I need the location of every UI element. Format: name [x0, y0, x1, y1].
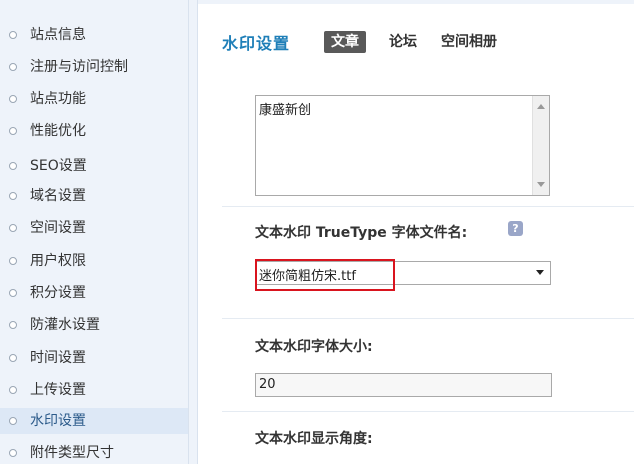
sidebar-item-label: 附件类型尺寸 [30, 445, 114, 461]
sidebar-item-registration-access[interactable]: 注册与访问控制 [0, 54, 188, 80]
font-size-value: 20 [259, 377, 276, 392]
row-divider [222, 318, 634, 319]
font-size-label: 文本水印字体大小: [255, 339, 373, 355]
sidebar-item-label: 水印设置 [30, 413, 86, 429]
bullet-icon [9, 321, 17, 329]
bullet-icon [9, 449, 17, 457]
sidebar-item-performance[interactable]: 性能优化 [0, 118, 188, 144]
bullet-icon [9, 386, 17, 394]
sidebar-item-label: 性能优化 [30, 123, 86, 139]
sidebar-item-anti-spam[interactable]: 防灌水设置 [0, 312, 188, 338]
sidebar-item-domain[interactable]: 域名设置 [0, 183, 188, 209]
bullet-icon [9, 354, 17, 362]
font-file-label: 文本水印 TrueType 字体文件名: [255, 225, 468, 241]
row-divider [222, 411, 634, 412]
bullet-icon [9, 63, 17, 71]
bullet-icon [9, 192, 17, 200]
font-file-selected: 迷你简粗仿宋.ttf [259, 269, 356, 284]
bullet-icon [9, 257, 17, 265]
sidebar-item-space[interactable]: 空间设置 [0, 215, 188, 241]
scroll-down-icon[interactable] [537, 182, 545, 187]
sidebar-item-label: 站点功能 [30, 91, 86, 107]
sidebar-item-label: 站点信息 [30, 27, 86, 43]
angle-label: 文本水印显示角度: [255, 431, 373, 447]
sidebar-item-watermark[interactable]: 水印设置 [0, 408, 188, 434]
sidebar: 站点信息 注册与访问控制 站点功能 性能优化 SEO设置 域名设置 空间设置 用… [0, 0, 189, 464]
sidebar-item-label: 上传设置 [30, 382, 86, 398]
bullet-icon [9, 224, 17, 232]
font-size-input[interactable]: 20 [255, 373, 552, 397]
tab-article[interactable]: 文章 [324, 31, 366, 53]
watermark-text-value: 康盛新创 [259, 103, 312, 118]
bullet-icon [9, 95, 17, 103]
sidebar-item-site-info[interactable]: 站点信息 [0, 22, 188, 48]
sidebar-item-label: 时间设置 [30, 350, 86, 366]
sidebar-divider [189, 0, 198, 464]
font-file-select[interactable]: 迷你简粗仿宋.ttf [255, 261, 551, 285]
main-panel: 水印设置 文章 论坛 空间相册 康盛新创 文本水印 TrueType 字体文件名… [198, 0, 634, 464]
sidebar-item-user-permissions[interactable]: 用户权限 [0, 248, 188, 274]
bullet-icon [9, 162, 17, 170]
row-divider [222, 206, 634, 207]
sidebar-item-label: 积分设置 [30, 285, 86, 301]
tab-space-album[interactable]: 空间相册 [434, 31, 504, 53]
sidebar-item-label: 防灌水设置 [30, 317, 100, 333]
sidebar-item-attachment-types[interactable]: 附件类型尺寸 [0, 440, 188, 464]
chevron-down-icon[interactable] [536, 270, 544, 275]
sidebar-item-time[interactable]: 时间设置 [0, 345, 188, 371]
scroll-up-icon[interactable] [537, 104, 545, 109]
sidebar-item-upload[interactable]: 上传设置 [0, 377, 188, 403]
sidebar-item-label: 域名设置 [30, 188, 86, 204]
sidebar-item-site-features[interactable]: 站点功能 [0, 86, 188, 112]
bullet-icon [9, 31, 17, 39]
watermark-text-textarea[interactable]: 康盛新创 [255, 95, 550, 196]
sidebar-item-label: 空间设置 [30, 220, 86, 236]
sidebar-item-label: 注册与访问控制 [30, 59, 128, 75]
top-divider [198, 0, 634, 4]
bullet-icon [9, 127, 17, 135]
sidebar-item-seo[interactable]: SEO设置 [0, 153, 188, 179]
sidebar-item-credits[interactable]: 积分设置 [0, 280, 188, 306]
sidebar-item-label: SEO设置 [30, 158, 87, 174]
page-title: 水印设置 [222, 34, 291, 53]
bullet-icon [9, 289, 17, 297]
tab-forum[interactable]: 论坛 [382, 31, 424, 53]
textarea-scrollbar[interactable] [532, 96, 549, 195]
question-icon[interactable]: ? [508, 221, 523, 236]
sidebar-item-label: 用户权限 [30, 253, 86, 269]
bullet-icon [9, 417, 17, 425]
